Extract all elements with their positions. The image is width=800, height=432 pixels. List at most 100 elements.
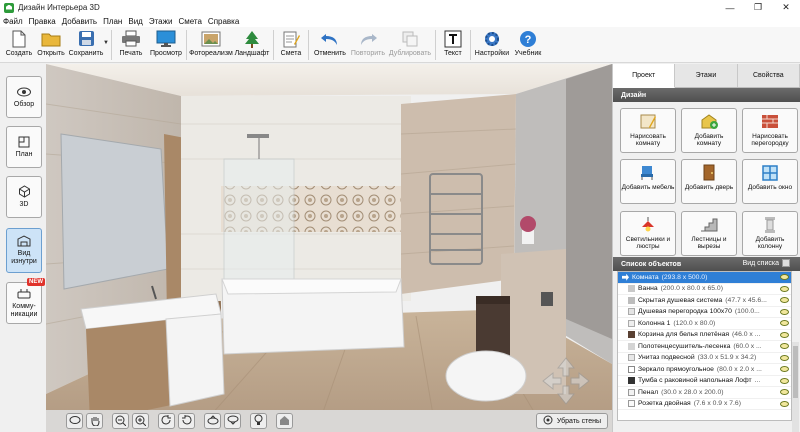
- preview-button[interactable]: Просмотр: [148, 27, 184, 62]
- remove-walls-button[interactable]: Убрать стены: [535, 413, 608, 429]
- landscape-button[interactable]: Ландшафт: [233, 27, 271, 62]
- settings-button[interactable]: Настройки: [473, 27, 511, 62]
- list-item[interactable]: Корзина для белья плетёная (46.0 x ...: [618, 330, 791, 341]
- close-button[interactable]: ✕: [772, 0, 800, 15]
- list-item[interactable]: Зеркало прямоугольное (80.0 x 2.0 x ...: [618, 364, 791, 376]
- tab-properties[interactable]: Свойства: [738, 64, 800, 87]
- create-button[interactable]: Создать: [3, 27, 35, 62]
- socket-icon: [628, 400, 635, 408]
- plug-icon: [17, 288, 31, 300]
- menu-help[interactable]: Справка: [208, 17, 239, 26]
- list-item[interactable]: Ванна (200.0 x 80.0 x 65.0): [618, 284, 791, 295]
- communications-button[interactable]: NEW Комму-никации: [6, 278, 45, 324]
- tutorial-button[interactable]: ? Учебник: [511, 27, 545, 62]
- rotate-left-button[interactable]: [158, 413, 175, 429]
- add-room-button[interactable]: Добавить комнату: [681, 108, 737, 153]
- draw-partition-button[interactable]: Нарисовать перегородку: [742, 108, 798, 153]
- add-window-label: Добавить окно: [747, 184, 793, 192]
- save-button[interactable]: Сохранить: [67, 27, 105, 62]
- list-item[interactable]: Розетка двойная (7.6 x 0.9 x 7.6): [618, 399, 791, 410]
- minimize-button[interactable]: —: [716, 0, 744, 15]
- menu-view[interactable]: Вид: [128, 17, 142, 26]
- estimate-button[interactable]: Смета: [276, 27, 306, 62]
- pan-hand-button[interactable]: [86, 413, 103, 429]
- toolbar-separator: [434, 30, 436, 60]
- list-item[interactable]: Тумба с раковиной напольная Лофт...: [618, 376, 791, 387]
- object-list-scrollbar[interactable]: [792, 342, 799, 432]
- app-window: Дизайн Интерьера 3D — ❐ ✕ Файл Правка До…: [0, 0, 800, 432]
- visibility-eye-icon[interactable]: [780, 297, 789, 304]
- list-item[interactable]: Унитаз подвесной (33.0 x 51.9 x 34.2): [618, 353, 791, 364]
- visibility-eye-icon[interactable]: [780, 354, 789, 361]
- print-label: Печать: [119, 50, 143, 57]
- menu-estimate[interactable]: Смета: [178, 17, 201, 26]
- objects-header-label: Список объектов: [621, 260, 682, 268]
- visibility-eye-icon[interactable]: [780, 320, 789, 327]
- visibility-eye-icon[interactable]: [780, 377, 789, 384]
- floorplan-icon: [17, 136, 31, 148]
- duplicate-icon: [400, 29, 420, 48]
- add-window-button[interactable]: Добавить окно: [742, 159, 798, 205]
- menu-edit[interactable]: Правка: [29, 17, 56, 26]
- redo-button[interactable]: Повторить: [349, 27, 387, 62]
- list-item[interactable]: Душевая перегородка 100х70 (100.0...: [618, 307, 791, 318]
- add-door-button[interactable]: Добавить дверь: [681, 159, 737, 205]
- object-name: Комната: [632, 273, 659, 281]
- tab-floors[interactable]: Этажи: [675, 64, 738, 87]
- text-button[interactable]: Текст: [438, 27, 468, 62]
- visibility-eye-icon[interactable]: [780, 308, 789, 315]
- zoom-in-button[interactable]: [132, 413, 149, 429]
- view-3d-button[interactable]: 3D: [6, 176, 42, 218]
- add-furniture-button[interactable]: Добавить мебель: [620, 159, 676, 205]
- overview-button[interactable]: Обзор: [6, 76, 42, 118]
- view-list-toggle[interactable]: Вид списка: [743, 259, 790, 267]
- rotate-right-button[interactable]: [178, 413, 195, 429]
- list-item[interactable]: Скрытая душевая система (47.7 x 45.6...: [618, 295, 791, 307]
- visibility-eye-icon[interactable]: [780, 285, 789, 292]
- tab-project[interactable]: Проект: [613, 64, 676, 88]
- visibility-eye-icon[interactable]: [780, 389, 789, 396]
- print-button[interactable]: Печать: [114, 27, 148, 62]
- object-name: Полотенцесушитель-лесенка: [638, 342, 731, 350]
- list-item[interactable]: Пенал (30.0 x 28.0 x 200.0): [618, 387, 791, 399]
- menu-plan[interactable]: План: [103, 17, 122, 26]
- menu-floors[interactable]: Этажи: [149, 17, 173, 26]
- visibility-eye-icon[interactable]: [780, 366, 789, 373]
- scrollbar-thumb[interactable]: [793, 346, 798, 398]
- stairs-button[interactable]: Лестницы и вырезы: [681, 210, 737, 256]
- plan-button[interactable]: План: [6, 126, 42, 168]
- visibility-eye-icon[interactable]: [780, 331, 789, 338]
- menu-add[interactable]: Добавить: [62, 17, 97, 26]
- maximize-button[interactable]: ❐: [744, 0, 772, 15]
- draw-room-button[interactable]: Нарисовать комнату: [620, 108, 676, 153]
- navigation-arrows-icon[interactable]: [541, 356, 591, 406]
- list-item[interactable]: Колонна 1 (120.0 x 80.0): [618, 318, 791, 330]
- remove-walls-label: Убрать стены: [556, 417, 601, 425]
- lighting-button[interactable]: [250, 413, 267, 429]
- menu-file[interactable]: Файл: [3, 17, 23, 26]
- visibility-eye-icon[interactable]: [780, 274, 789, 281]
- lights-button[interactable]: Светильники и люстры: [620, 210, 676, 256]
- visibility-eye-icon[interactable]: [780, 400, 789, 407]
- visibility-eye-icon[interactable]: [780, 343, 789, 350]
- tilt-down-button[interactable]: [224, 413, 241, 429]
- home-view-button[interactable]: [276, 413, 293, 429]
- rotate-left-icon: [161, 414, 172, 428]
- list-item[interactable]: Комната (293.8 x 500.0): [618, 272, 791, 284]
- overview-label: Обзор: [13, 100, 35, 108]
- list-item[interactable]: Полотенцесушитель-лесенка (60.0 x ...: [618, 341, 791, 353]
- save-dropdown-arrow-icon[interactable]: ▼: [103, 40, 109, 46]
- add-column-button[interactable]: Добавить колонну: [742, 210, 798, 256]
- rotate-360-button[interactable]: [66, 413, 83, 429]
- door-icon: [700, 164, 718, 181]
- zoom-out-button[interactable]: [112, 413, 129, 429]
- interior-view-button[interactable]: Вид изнутри: [6, 228, 42, 273]
- open-button[interactable]: Открыть: [35, 27, 67, 62]
- partition-icon: [628, 308, 635, 316]
- undo-button[interactable]: Отменить: [311, 27, 349, 62]
- menu-bar: Файл Правка Добавить План Вид Этажи Смет…: [0, 15, 800, 27]
- photorealism-button[interactable]: Фотореализм: [189, 27, 233, 62]
- 3d-viewport[interactable]: Убрать стены: [46, 64, 612, 432]
- duplicate-button[interactable]: Дублировать: [387, 27, 433, 62]
- tilt-up-button[interactable]: [204, 413, 221, 429]
